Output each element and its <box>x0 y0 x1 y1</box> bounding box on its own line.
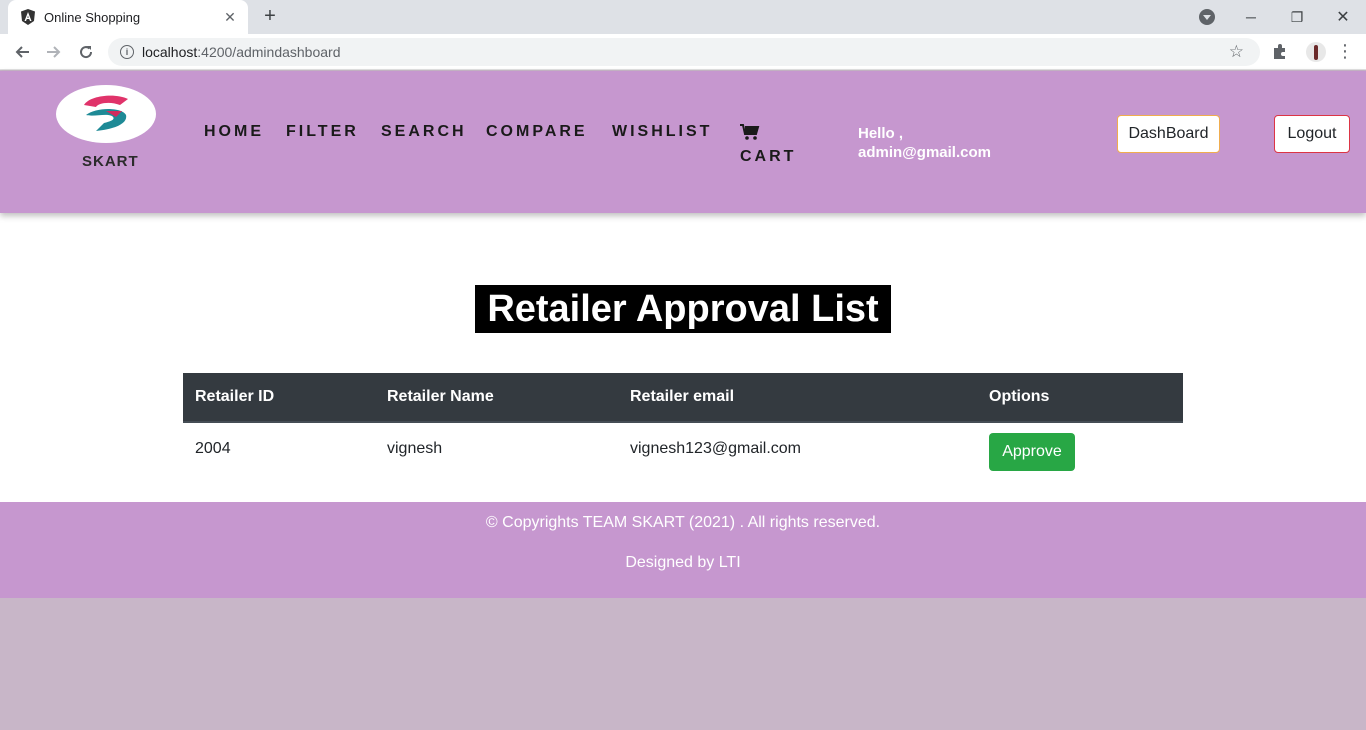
back-arrow-icon[interactable] <box>10 40 34 64</box>
header-retailer-name: Retailer Name <box>387 388 494 405</box>
logo-text: SKART <box>82 153 139 170</box>
site-header: SKART HOME FILTER SEARCH COMPARE WISHLIS… <box>0 71 1366 213</box>
site-footer: © Copyrights TEAM SKART (2021) . All rig… <box>0 502 1366 598</box>
browser-tab[interactable]: Online Shopping ✕ <box>8 0 248 34</box>
cell-retailer-id: 2004 <box>195 440 231 457</box>
nav-wishlist[interactable]: WISHLIST <box>612 123 712 141</box>
header-retailer-email: Retailer email <box>630 388 735 405</box>
nav-compare[interactable]: COMPARE <box>486 123 588 141</box>
main-content: Retailer Approval List Retailer ID Retai… <box>0 213 1366 502</box>
angular-favicon-icon <box>21 9 35 25</box>
browser-menu-icon[interactable]: ⋮ <box>1336 41 1354 63</box>
profile-avatar[interactable] <box>1306 42 1326 62</box>
url-host: localhost <box>142 44 198 60</box>
header-options: Options <box>989 388 1050 405</box>
logout-button[interactable]: Logout <box>1274 115 1350 153</box>
header-retailer-id: Retailer ID <box>195 388 275 405</box>
table-header: Retailer ID Retailer Name Retailer email… <box>183 373 1183 423</box>
cell-retailer-email: vignesh123@gmail.com <box>630 440 801 457</box>
page-title: Retailer Approval List <box>475 285 891 333</box>
table-row: 2004 vignesh vignesh123@gmail.com Approv… <box>183 423 1183 475</box>
tab-title: Online Shopping <box>44 9 141 25</box>
cell-options: Approve <box>977 427 1183 471</box>
greeting-hello: Hello , <box>858 125 904 142</box>
url-text: localhost:4200/admindashboard <box>142 44 341 60</box>
tab-close-icon[interactable]: ✕ <box>222 9 238 26</box>
address-bar[interactable]: i localhost:4200/admindashboard ☆ <box>108 38 1260 66</box>
footer-copyright: © Copyrights TEAM SKART (2021) . All rig… <box>485 514 881 531</box>
approve-button[interactable]: Approve <box>989 433 1075 471</box>
restore-icon[interactable]: ❐ <box>1274 0 1320 34</box>
bookmark-star-icon[interactable]: ☆ <box>1229 42 1244 62</box>
retailer-table: Retailer ID Retailer Name Retailer email… <box>183 373 1183 475</box>
site-info-icon[interactable]: i <box>120 45 134 59</box>
reload-icon[interactable] <box>74 40 98 64</box>
cell-retailer-name: vignesh <box>387 440 443 457</box>
nav-cart[interactable]: CART <box>740 148 796 166</box>
tab-search-icon[interactable] <box>1199 9 1215 25</box>
browser-toolbar: i localhost:4200/admindashboard ☆ ⋮ <box>0 34 1366 70</box>
window-close-icon[interactable]: ✕ <box>1320 0 1366 34</box>
nav-search[interactable]: SEARCH <box>381 123 467 141</box>
dashboard-button[interactable]: DashBoard <box>1117 115 1220 153</box>
nav-home[interactable]: HOME <box>204 123 264 141</box>
greeting-email: admin@gmail.com <box>858 144 991 161</box>
browser-tab-bar: Online Shopping ✕ + ─ ❐ ✕ <box>0 0 1366 34</box>
user-greeting: Hello , admin@gmail.com <box>858 124 1038 162</box>
skart-logo[interactable] <box>56 85 156 143</box>
minimize-icon[interactable]: ─ <box>1228 0 1274 34</box>
skart-logo-icon <box>84 95 128 131</box>
forward-arrow-icon[interactable] <box>42 40 66 64</box>
nav-filter[interactable]: FILTER <box>286 123 359 141</box>
url-path: :4200/admindashboard <box>197 44 341 60</box>
new-tab-icon[interactable]: + <box>258 5 282 29</box>
cart-icon[interactable] <box>740 124 760 140</box>
extensions-puzzle-icon[interactable] <box>1271 42 1289 60</box>
footer-designed-by: Designed by LTI <box>625 554 741 571</box>
